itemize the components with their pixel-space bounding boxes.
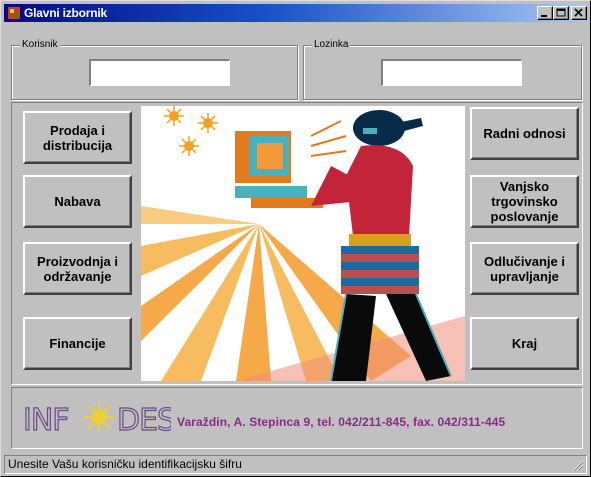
password-input[interactable] (381, 59, 522, 86)
production-maintenance-button[interactable]: Proizvodnja i održavanje (23, 242, 132, 295)
exit-button[interactable]: Kraj (470, 317, 579, 370)
decision-management-button[interactable]: Odlučivanje i upravljanje (470, 242, 579, 295)
company-address: Varaždin, A. Stepinca 9, tel. 042/211-84… (177, 415, 506, 429)
status-bar: Unesite Vašu korisničku identifikacijsku… (4, 455, 587, 474)
svg-text:INF: INF (23, 403, 69, 438)
user-groupbox: Korisnik (11, 38, 298, 100)
password-label: Lozinka (312, 38, 351, 52)
status-text: Unesite Vašu korisničku identifikacijsku… (8, 457, 242, 471)
sales-distribution-button[interactable]: Prodaja i distribucija (23, 111, 132, 164)
maximize-button[interactable] (553, 6, 569, 20)
illustration-image (141, 106, 465, 381)
resize-grip-icon[interactable] (570, 458, 584, 472)
purchasing-button[interactable]: Nabava (23, 175, 132, 228)
foreign-trade-button[interactable]: Vanjsko trgovinsko poslovanje (470, 175, 579, 228)
title-bar[interactable]: Glavni izbornik (4, 4, 587, 22)
labor-relations-button[interactable]: Radni odnosi (470, 107, 579, 160)
svg-text:DESIGN: DESIGN (117, 403, 171, 438)
user-input[interactable] (89, 59, 230, 86)
maximize-icon (556, 8, 566, 17)
close-button[interactable] (571, 6, 587, 20)
minimize-button[interactable] (537, 6, 553, 20)
infodesign-logo: INF DESIGN (22, 402, 171, 439)
main-window: Glavni izbornik Korisnik Lozinka Prodaja… (0, 0, 591, 477)
window-title: Glavni izbornik (24, 6, 108, 20)
close-icon (574, 8, 583, 17)
user-label: Korisnik (20, 38, 60, 52)
app-icon (8, 7, 20, 19)
minimize-icon (541, 15, 547, 17)
password-groupbox: Lozinka (303, 38, 582, 100)
finance-button[interactable]: Financije (23, 317, 132, 370)
